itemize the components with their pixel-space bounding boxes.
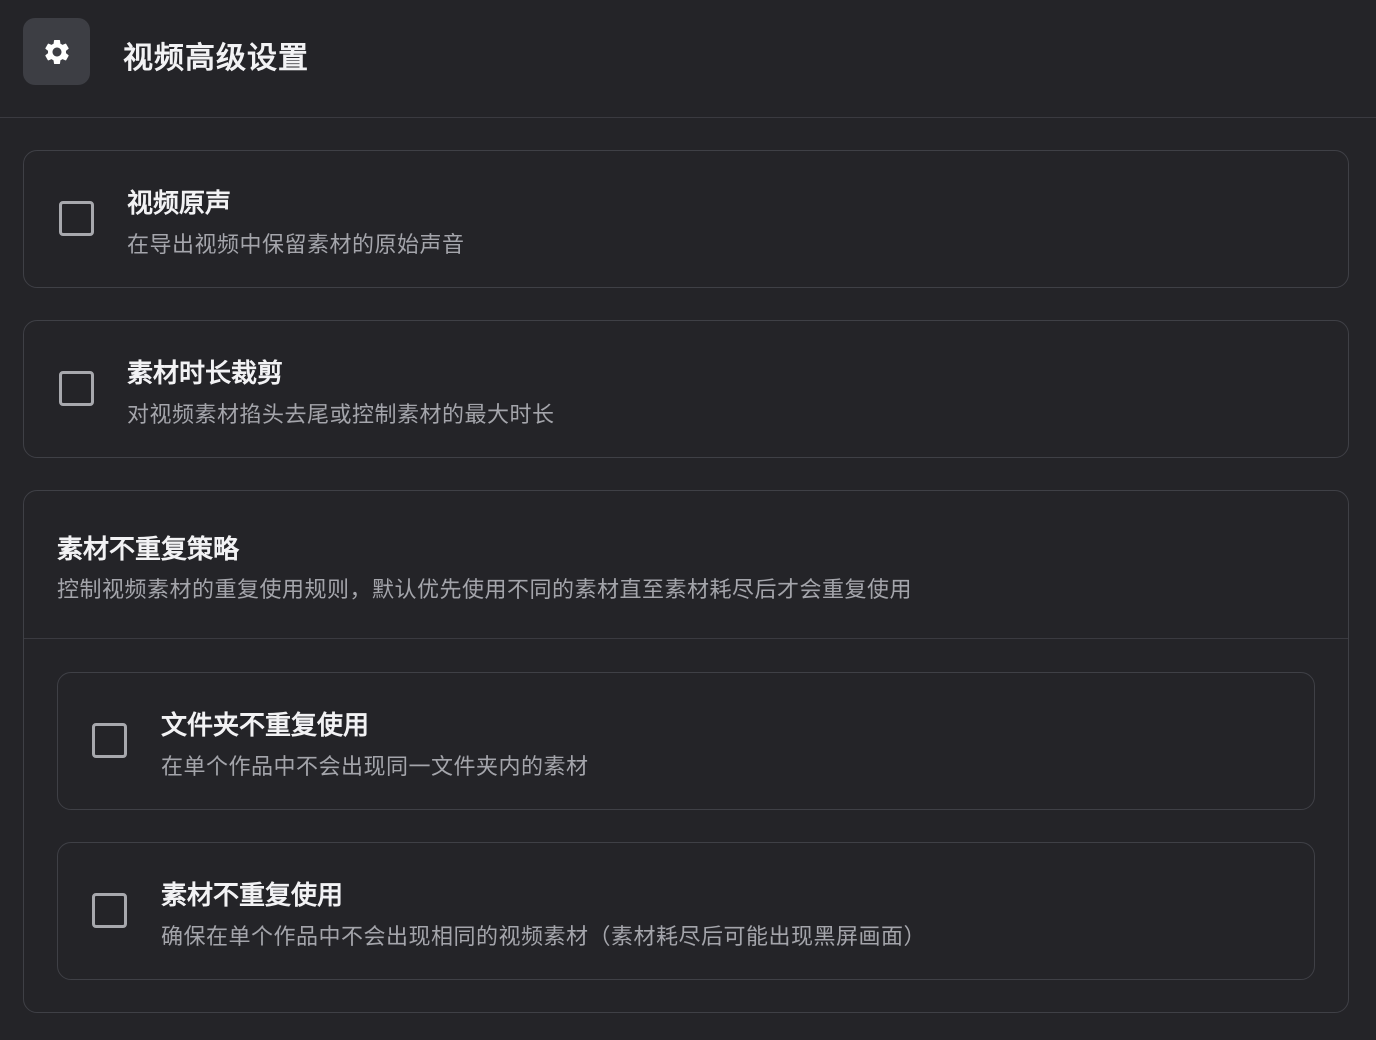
trim-option[interactable]: 素材时长裁剪 对视频素材掐头去尾或控制素材的最大时长 [23,320,1349,458]
material-no-repeat-option[interactable]: 素材不重复使用 确保在单个作品中不会出现相同的视频素材（素材耗尽后可能出现黑屏画… [57,842,1315,980]
trim-title: 素材时长裁剪 [127,359,284,389]
settings-header: 视频高级设置 [0,0,1376,118]
page-title: 视频高级设置 [123,41,309,76]
material-no-repeat-desc: 确保在单个作品中不会出现相同的视频素材（素材耗尽后可能出现黑屏画面） [161,925,927,950]
original-audio-option[interactable]: 视频原声 在导出视频中保留素材的原始声音 [23,150,1349,288]
folder-no-repeat-title: 文件夹不重复使用 [161,711,370,741]
gear-icon [23,18,90,85]
original-audio-checkbox[interactable] [59,201,94,236]
folder-no-repeat-option[interactable]: 文件夹不重复使用 在单个作品中不会出现同一文件夹内的素材 [57,672,1315,810]
no-repeat-strategy-desc: 控制视频素材的重复使用规则，默认优先使用不同的素材直至素材耗尽后才会重复使用 [57,578,913,603]
no-repeat-strategy-group: 素材不重复策略 控制视频素材的重复使用规则，默认优先使用不同的素材直至素材耗尽后… [23,490,1349,1013]
material-no-repeat-title: 素材不重复使用 [161,881,344,911]
original-audio-title: 视频原声 [127,189,232,219]
no-repeat-strategy-title: 素材不重复策略 [57,535,240,565]
folder-no-repeat-checkbox[interactable] [92,723,127,758]
trim-checkbox[interactable] [59,371,94,406]
trim-desc: 对视频素材掐头去尾或控制素材的最大时长 [127,403,555,428]
no-repeat-strategy-header: 素材不重复策略 控制视频素材的重复使用规则，默认优先使用不同的素材直至素材耗尽后… [24,491,1348,639]
material-no-repeat-checkbox[interactable] [92,893,127,928]
original-audio-desc: 在导出视频中保留素材的原始声音 [127,233,465,258]
folder-no-repeat-desc: 在单个作品中不会出现同一文件夹内的素材 [161,755,589,780]
